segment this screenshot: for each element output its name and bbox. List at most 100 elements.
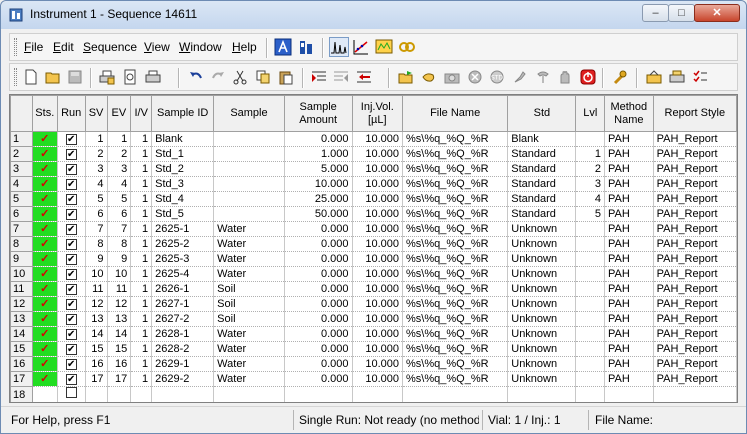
method-name-cell[interactable]: PAH bbox=[604, 206, 654, 222]
table-row[interactable]: 4 ✓ ✔ 4 4 1 Std_3 10.000 10.000 %s\%q_%Q_%R Standa… bbox=[10, 176, 737, 192]
append-line-icon[interactable] bbox=[331, 67, 351, 87]
report-style-cell[interactable]: PAH_Report bbox=[653, 146, 737, 162]
table-row[interactable]: 15 ✓ ✔ 15 15 1 2628-2 Water 0.000 10.000 %s\%q_%Q_… bbox=[10, 341, 737, 357]
empty-cell[interactable] bbox=[85, 386, 108, 402]
row-number[interactable]: 15 bbox=[10, 341, 33, 357]
iv-cell[interactable]: 1 bbox=[130, 236, 153, 252]
method-name-cell[interactable]: PAH bbox=[604, 266, 654, 282]
file-name-cell[interactable]: %s\%q_%Q_%R bbox=[402, 221, 509, 237]
lvl-cell[interactable] bbox=[575, 311, 605, 327]
run-checkbox-cell[interactable]: ✔ bbox=[57, 161, 86, 177]
sample-id-cell[interactable]: 2628-2 bbox=[151, 341, 215, 357]
report-style-cell[interactable]: PAH_Report bbox=[653, 326, 737, 342]
sv-cell[interactable]: 15 bbox=[85, 341, 108, 357]
stop-icon[interactable] bbox=[465, 67, 485, 87]
row-number[interactable]: 3 bbox=[10, 161, 33, 177]
inj-vol-cell[interactable]: 10.000 bbox=[352, 221, 404, 237]
table-row[interactable]: 9 ✓ ✔ 9 9 1 2625-3 Water 0.000 10.000 %s\%q_%Q_%R U… bbox=[10, 251, 737, 267]
col-header-sample[interactable]: Sample bbox=[213, 95, 285, 132]
inj-vol-cell[interactable]: 10.000 bbox=[352, 371, 404, 387]
sv-cell[interactable]: 6 bbox=[85, 206, 108, 222]
status-cell[interactable]: ✓ bbox=[32, 206, 58, 222]
iv-cell[interactable]: 1 bbox=[130, 206, 153, 222]
table-row[interactable]: 16 ✓ ✔ 16 16 1 2629-1 Water 0.000 10.000 %s\%q_%Q_… bbox=[10, 356, 737, 372]
hold-icon[interactable] bbox=[555, 67, 575, 87]
menu-sequence[interactable]: Sequence bbox=[83, 40, 137, 54]
col-header-file-name[interactable]: File Name bbox=[402, 95, 509, 132]
lvl-cell[interactable] bbox=[575, 221, 605, 237]
lvl-cell[interactable]: 1 bbox=[575, 146, 605, 162]
acquisition-icon[interactable] bbox=[273, 37, 293, 57]
method-name-cell[interactable]: PAH bbox=[604, 176, 654, 192]
sample-cell[interactable]: Water bbox=[213, 266, 285, 282]
lvl-cell[interactable]: 2 bbox=[575, 161, 605, 177]
sv-cell[interactable]: 8 bbox=[85, 236, 108, 252]
col-header-sample-id[interactable]: Sample ID bbox=[151, 95, 215, 132]
std-cell[interactable]: Unknown bbox=[507, 236, 577, 252]
row-number[interactable]: 5 bbox=[10, 191, 33, 207]
print-preview-icon[interactable] bbox=[120, 67, 140, 87]
checklist-icon[interactable] bbox=[690, 67, 710, 87]
sv-cell[interactable]: 11 bbox=[85, 281, 108, 297]
inj-vol-cell[interactable]: 10.000 bbox=[352, 236, 404, 252]
sample-cell[interactable]: Water bbox=[213, 251, 285, 267]
empty-cell[interactable] bbox=[402, 386, 509, 402]
report-style-cell[interactable]: PAH_Report bbox=[653, 371, 737, 387]
ev-cell[interactable]: 10 bbox=[107, 266, 132, 282]
table-row[interactable]: 12 ✓ ✔ 12 12 1 2627-1 Soil 0.000 10.000 %s\%q_%Q_%… bbox=[10, 296, 737, 312]
start-icon[interactable] bbox=[419, 67, 439, 87]
run-checkbox[interactable]: ✔ bbox=[65, 359, 77, 370]
file-name-cell[interactable]: %s\%q_%Q_%R bbox=[402, 356, 509, 372]
run-sequence-icon[interactable] bbox=[396, 67, 416, 87]
row-number[interactable]: 17 bbox=[10, 371, 33, 387]
row-number[interactable]: 7 bbox=[10, 221, 33, 237]
sample-amount-cell[interactable]: 0.000 bbox=[284, 131, 353, 147]
row-number[interactable]: 8 bbox=[10, 236, 33, 252]
copy-icon[interactable] bbox=[253, 67, 273, 87]
std-cell[interactable]: Standard bbox=[507, 146, 577, 162]
col-header-sv[interactable]: SV bbox=[84, 95, 108, 132]
ev-cell[interactable]: 13 bbox=[107, 311, 132, 327]
lvl-cell[interactable] bbox=[575, 281, 605, 297]
std-cell[interactable]: Standard bbox=[507, 191, 577, 207]
run-checkbox[interactable]: ✔ bbox=[65, 269, 77, 280]
method-name-cell[interactable]: PAH bbox=[604, 251, 654, 267]
table-row[interactable]: 1 ✓ ✔ 1 1 1 Blank 0.000 10.000 %s\%q_%Q_%R Blank PA… bbox=[10, 131, 737, 147]
sample-amount-cell[interactable]: 10.000 bbox=[284, 176, 353, 192]
empty-cell[interactable] bbox=[653, 386, 737, 402]
run-checkbox-cell[interactable]: ✔ bbox=[57, 281, 86, 297]
empty-cell[interactable] bbox=[107, 386, 132, 402]
new-file-icon[interactable] bbox=[21, 67, 41, 87]
sample-id-cell[interactable]: 2625-2 bbox=[151, 236, 215, 252]
report-template-icon[interactable] bbox=[644, 67, 664, 87]
sample-id-cell[interactable]: Std_4 bbox=[151, 191, 215, 207]
status-cell[interactable]: ✓ bbox=[32, 131, 58, 147]
method-name-cell[interactable]: PAH bbox=[604, 296, 654, 312]
sample-amount-cell[interactable]: 0.000 bbox=[284, 266, 353, 282]
minimize-button[interactable]: – bbox=[642, 4, 669, 22]
report-style-cell[interactable]: PAH_Report bbox=[653, 281, 737, 297]
method-name-cell[interactable]: PAH bbox=[604, 371, 654, 387]
undo-icon[interactable] bbox=[186, 67, 206, 87]
sv-cell[interactable]: 4 bbox=[85, 176, 108, 192]
sample-cell[interactable]: Soil bbox=[213, 296, 285, 312]
abort-icon[interactable] bbox=[578, 67, 598, 87]
inj-vol-cell[interactable]: 10.000 bbox=[352, 356, 404, 372]
run-checkbox[interactable]: ✔ bbox=[65, 299, 77, 310]
lvl-cell[interactable]: 3 bbox=[575, 176, 605, 192]
sample-cell[interactable]: Soil bbox=[213, 311, 285, 327]
file-name-cell[interactable]: %s\%q_%Q_%R bbox=[402, 281, 509, 297]
method-name-cell[interactable]: PAH bbox=[604, 341, 654, 357]
ev-cell[interactable]: 7 bbox=[107, 221, 132, 237]
menu-file[interactable]: File bbox=[24, 40, 43, 54]
sample-cell[interactable]: Water bbox=[213, 221, 285, 237]
sv-cell[interactable]: 14 bbox=[85, 326, 108, 342]
status-cell[interactable]: ✓ bbox=[32, 161, 58, 177]
delete-line-icon[interactable] bbox=[354, 67, 374, 87]
paste-icon[interactable] bbox=[276, 67, 296, 87]
run-checkbox-cell[interactable]: ✔ bbox=[57, 341, 86, 357]
table-row[interactable]: 6 ✓ ✔ 6 6 1 Std_5 50.000 10.000 %s\%q_%Q_%R Standa… bbox=[10, 206, 737, 222]
ev-cell[interactable]: 4 bbox=[107, 176, 132, 192]
std-cell[interactable]: Standard bbox=[507, 161, 577, 177]
empty-cell[interactable] bbox=[604, 386, 654, 402]
